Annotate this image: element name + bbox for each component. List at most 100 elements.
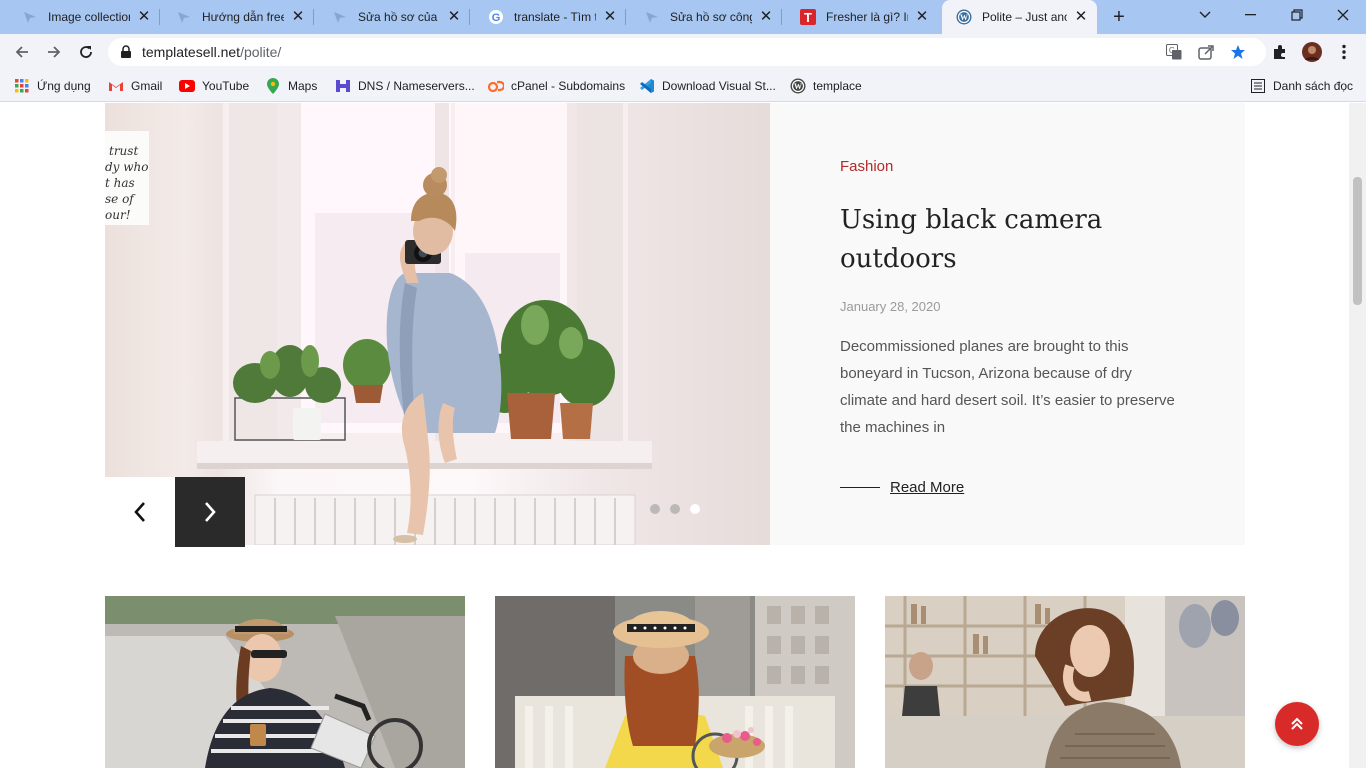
tab-separator: [313, 9, 314, 25]
svg-text:W: W: [794, 82, 802, 91]
svg-text:our!: our!: [105, 208, 131, 222]
web-page: trust dy who t has se of our! Fashion Us…: [0, 103, 1366, 768]
bookmarks-bar: Ứng dụng Gmail YouTube Maps DNS / Namese…: [0, 70, 1366, 102]
post-card-3-image[interactable]: [885, 596, 1245, 768]
tab-title: translate - Tìm tr: [514, 10, 596, 24]
maps-pin-icon: [265, 78, 281, 94]
tab-huong-dan[interactable]: Hướng dẫn freela ✕: [162, 0, 314, 34]
url-path: /polite/: [240, 44, 282, 60]
url-text[interactable]: templatesell.net/polite/: [142, 44, 281, 60]
slider-dot-2[interactable]: [670, 504, 680, 514]
bookmark-gmail[interactable]: Gmail: [108, 76, 162, 96]
close-tab-icon[interactable]: ✕: [136, 9, 152, 25]
close-tab-icon[interactable]: ✕: [290, 9, 306, 25]
bookmark-apps[interactable]: Ứng dụng: [14, 76, 91, 96]
tab-image-collection[interactable]: Image collection ✕: [8, 0, 160, 34]
svg-text:W: W: [960, 13, 968, 22]
svg-text:dy who: dy who: [105, 160, 149, 174]
lock-icon[interactable]: [120, 45, 132, 64]
bookmark-dns[interactable]: DNS / Nameservers...: [335, 76, 475, 96]
hero-post-panel: Fashion Using black camera outdoors Janu…: [770, 103, 1245, 545]
tab-sua-ho-so[interactable]: Sửa hồ sơ của Trầ ✕: [318, 0, 470, 34]
tab-search-chevron-icon[interactable]: [1182, 0, 1228, 30]
tab-title: Fresher là gì? Inte: [826, 10, 908, 24]
tab-title: Sửa hồ sơ của Trầ: [358, 10, 440, 24]
post-card-1-image[interactable]: [105, 596, 465, 768]
scroll-to-top-button[interactable]: [1275, 702, 1319, 746]
reading-list-button[interactable]: Danh sách đọc: [1250, 76, 1353, 96]
slider-prev-button[interactable]: [105, 477, 175, 547]
reload-icon[interactable]: [74, 40, 98, 64]
svg-text:se of: se of: [105, 192, 136, 206]
tab-translate[interactable]: G translate - Tìm tr ✕: [474, 0, 626, 34]
close-tab-icon[interactable]: ✕: [1073, 9, 1089, 25]
bookmark-label: Gmail: [131, 79, 163, 93]
svg-text:T: T: [804, 10, 812, 25]
close-window-icon[interactable]: [1320, 0, 1366, 30]
tab-separator: [159, 9, 160, 25]
post-title[interactable]: Using black camera outdoors: [840, 201, 1140, 279]
post-excerpt: Decommissioned planes are brought to thi…: [840, 338, 1175, 436]
profile-avatar[interactable]: [1302, 42, 1322, 62]
minimize-icon[interactable]: [1228, 0, 1274, 30]
woman-studying-in-library-image: [885, 596, 1245, 768]
bookmark-label: Ứng dụng: [37, 79, 91, 93]
scrollbar-thumb[interactable]: [1353, 177, 1362, 305]
tab-separator: [781, 9, 782, 25]
bookmark-templace[interactable]: W templace: [790, 76, 862, 96]
reading-list-label: Danh sách đọc: [1273, 79, 1354, 93]
post-date: January 28, 2020: [840, 299, 941, 314]
tab-strip: Image collection ✕ Hướng dẫn freela ✕ Sử…: [0, 0, 1366, 34]
bookmark-maps[interactable]: Maps: [265, 76, 317, 96]
close-tab-icon[interactable]: ✕: [758, 9, 774, 25]
page-scrollbar[interactable]: [1349, 103, 1366, 768]
tab-sua-ho-so-cong-viec[interactable]: Sửa hồ sơ công v ✕: [630, 0, 782, 34]
youtube-icon: [179, 78, 195, 94]
slider-dot-1[interactable]: [650, 504, 660, 514]
post-category-link[interactable]: Fashion: [840, 158, 893, 175]
post-card-2-image[interactable]: [495, 596, 855, 768]
bookmark-label: Maps: [288, 79, 318, 93]
bookmark-vscode[interactable]: Download Visual St...: [639, 76, 776, 96]
new-tab-plus-icon[interactable]: +: [1108, 6, 1130, 28]
url-host: templatesell.net: [142, 44, 241, 60]
bookmark-cpanel[interactable]: cPanel - Subdomains: [488, 76, 625, 96]
kebab-menu-icon[interactable]: [1334, 42, 1354, 62]
back-arrow-icon[interactable]: [10, 40, 34, 64]
restore-icon[interactable]: [1274, 0, 1320, 30]
forward-arrow-icon[interactable]: [42, 40, 66, 64]
svg-text:G: G: [492, 12, 501, 24]
tab-title: Image collection: [48, 10, 130, 24]
arrow-favicon-icon: [176, 9, 192, 25]
svg-text:trust: trust: [109, 144, 138, 158]
bookmark-label: DNS / Nameservers...: [358, 79, 475, 93]
slider-dot-3-active[interactable]: [690, 504, 700, 514]
arrow-favicon-icon: [644, 9, 660, 25]
arrow-favicon-icon: [332, 9, 348, 25]
share-icon[interactable]: [1198, 44, 1214, 60]
read-more[interactable]: Read More: [840, 479, 964, 496]
tab-polite-active[interactable]: W Polite – Just anot ✕: [942, 0, 1097, 34]
arrow-favicon-icon: [22, 9, 38, 25]
bookmark-label: Download Visual St...: [662, 79, 776, 93]
close-tab-icon[interactable]: ✕: [914, 9, 930, 25]
close-tab-icon[interactable]: ✕: [446, 9, 462, 25]
bookmark-star-icon[interactable]: [1230, 44, 1246, 60]
chevron-left-icon: [134, 502, 145, 522]
tab-title: Hướng dẫn freela: [202, 10, 284, 24]
extensions-puzzle-icon[interactable]: [1270, 42, 1290, 62]
slider-next-button[interactable]: [175, 477, 245, 547]
vscode-icon: [639, 78, 655, 94]
gmail-icon: [108, 78, 124, 94]
woman-in-hat-with-tablet-image: [105, 596, 465, 768]
address-bar[interactable]: templatesell.net/polite/ G: [108, 38, 1266, 66]
read-more-line: [840, 487, 880, 488]
close-tab-icon[interactable]: ✕: [602, 9, 618, 25]
read-more-link[interactable]: Read More: [890, 479, 964, 496]
woman-in-yellow-dress-image: [495, 596, 855, 768]
translate-icon[interactable]: G: [1166, 44, 1182, 60]
bookmark-youtube[interactable]: YouTube: [179, 76, 249, 96]
chevron-right-icon: [205, 502, 216, 522]
tab-title: Polite – Just anot: [982, 10, 1067, 24]
tab-fresher[interactable]: T Fresher là gì? Inte ✕: [786, 0, 938, 34]
